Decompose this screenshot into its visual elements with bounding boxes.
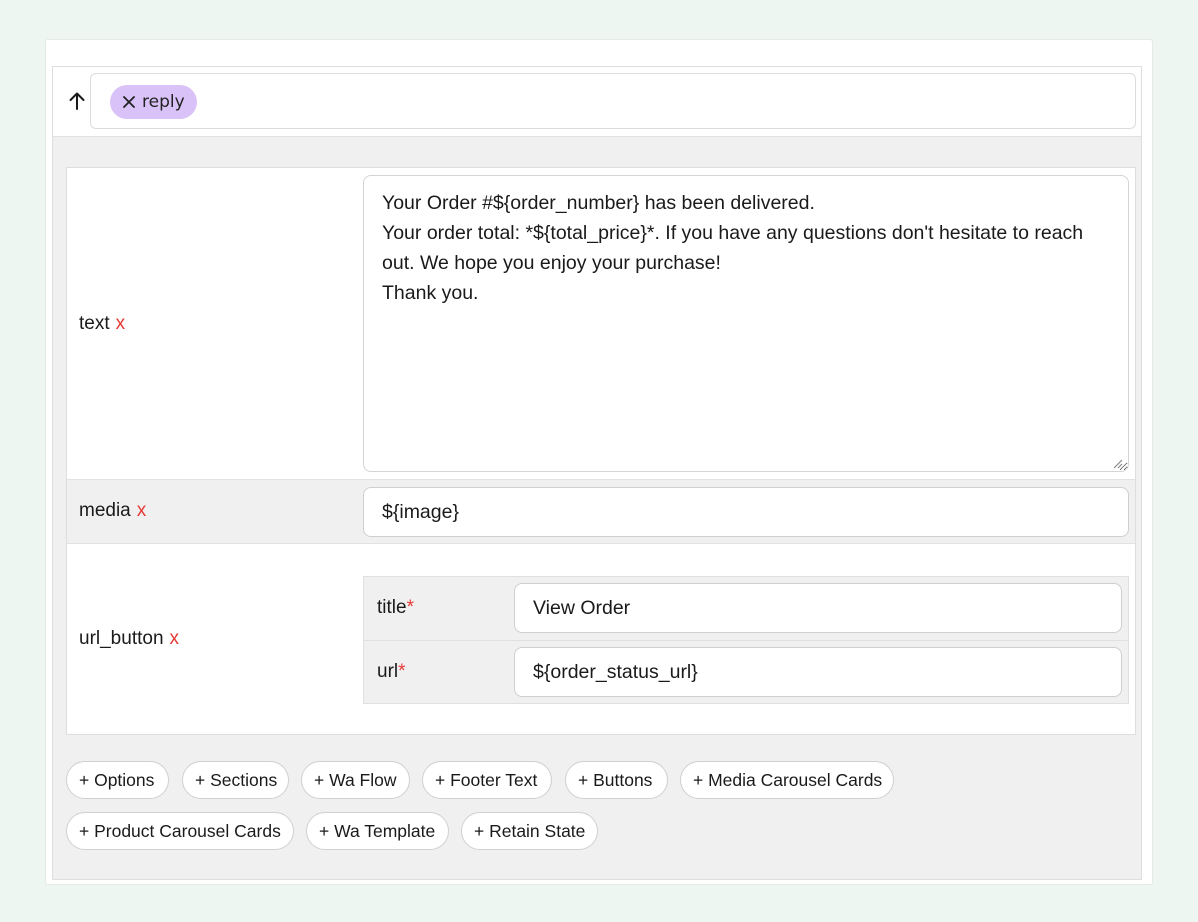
tag-input[interactable]: reply: [90, 73, 1136, 129]
add-options-button[interactable]: + Options: [66, 761, 169, 799]
field-row-url-button: url_buttonx title* url*: [67, 544, 1135, 734]
subfield-row-title: title*: [364, 577, 1128, 641]
remove-url-button-field-button[interactable]: x: [170, 628, 180, 649]
add-media-carousel-cards-button[interactable]: + Media Carousel Cards: [680, 761, 894, 799]
url-button-subtable: title* url*: [363, 576, 1129, 704]
arrow-up-icon[interactable]: [67, 89, 87, 113]
close-icon[interactable]: [122, 95, 136, 109]
reply-chip: reply: [110, 85, 197, 119]
subfield-row-url: url*: [364, 641, 1128, 705]
remove-text-field-button[interactable]: x: [116, 313, 126, 334]
text-textarea[interactable]: Your Order #${order_number} has been del…: [363, 175, 1129, 472]
add-sections-button[interactable]: + Sections: [182, 761, 289, 799]
add-product-carousel-cards-button[interactable]: + Product Carousel Cards: [66, 812, 294, 850]
required-mark: *: [398, 661, 406, 682]
field-label-text: text x: [79, 313, 125, 335]
subfield-label-title: title*: [377, 597, 414, 619]
field-label-media: media x: [79, 500, 146, 522]
subfield-label-url-name: url: [377, 661, 399, 682]
field-label-url-button-name: url_button: [79, 628, 164, 649]
remove-media-field-button[interactable]: x: [137, 500, 147, 521]
field-label-url-button: url_button x: [79, 628, 179, 650]
chip-label: reply: [142, 92, 185, 112]
media-input[interactable]: [363, 487, 1129, 537]
title-input[interactable]: [514, 583, 1122, 633]
url-input[interactable]: [514, 647, 1122, 697]
reply-panel: reply text x Your Order #${order_number} …: [52, 66, 1142, 880]
required-mark: *: [406, 597, 414, 618]
resize-grip-icon[interactable]: [1111, 457, 1123, 469]
field-label-media-name: media: [79, 500, 131, 521]
add-buttons-button[interactable]: + Buttons: [565, 761, 668, 799]
subfield-label-url: url*: [377, 661, 406, 683]
add-footer-text-button[interactable]: + Footer Text: [422, 761, 552, 799]
fields-table: text x Your Order #${order_number} has be…: [66, 167, 1136, 735]
add-retain-state-button[interactable]: + Retain State: [461, 812, 598, 850]
field-row-media: media x: [67, 480, 1135, 544]
add-wa-flow-button[interactable]: + Wa Flow: [301, 761, 410, 799]
subfield-label-title-name: title: [377, 597, 407, 618]
add-wa-template-button[interactable]: + Wa Template: [306, 812, 449, 850]
panel-header: reply: [53, 67, 1141, 137]
field-label-text-name: text: [79, 313, 110, 334]
field-row-text: text x Your Order #${order_number} has be…: [67, 168, 1135, 480]
